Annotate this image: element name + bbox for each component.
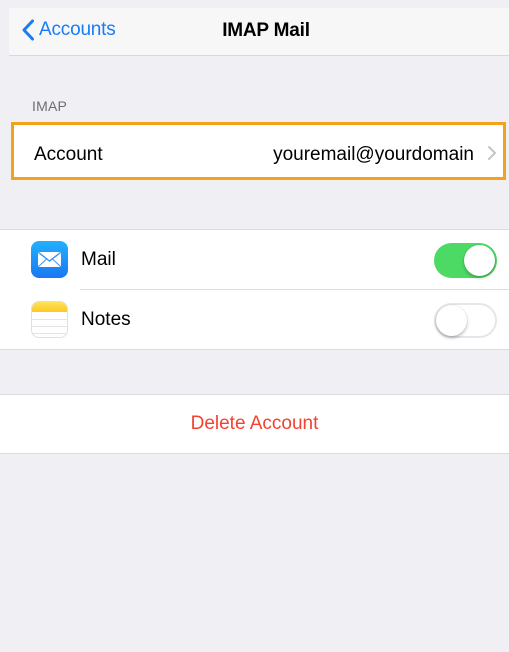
switch-knob [464, 245, 495, 276]
mail-icon [31, 241, 68, 278]
sync-options-group: Mail Notes [0, 229, 509, 350]
toggle-row-mail: Mail [0, 230, 509, 290]
navigation-bar: Accounts IMAP Mail [9, 8, 509, 56]
notes-toggle-switch[interactable] [434, 303, 497, 338]
delete-account-group: Delete Account [0, 394, 509, 454]
notes-icon [31, 301, 68, 338]
page-title: IMAP Mail [222, 20, 310, 41]
switch-knob [436, 305, 467, 336]
account-label: Account [34, 144, 103, 165]
toggle-label-mail: Mail [81, 249, 116, 270]
delete-account-button[interactable]: Delete Account [0, 413, 509, 435]
section-header-imap: IMAP [32, 98, 68, 114]
chevron-right-icon [488, 146, 496, 160]
account-value: youremail@yourdomain [273, 144, 474, 165]
mail-toggle-switch[interactable] [434, 243, 497, 278]
toggle-row-notes: Notes [0, 290, 509, 349]
toggle-label-notes: Notes [81, 309, 131, 330]
account-row[interactable]: Account youremail@yourdomain [11, 122, 506, 180]
